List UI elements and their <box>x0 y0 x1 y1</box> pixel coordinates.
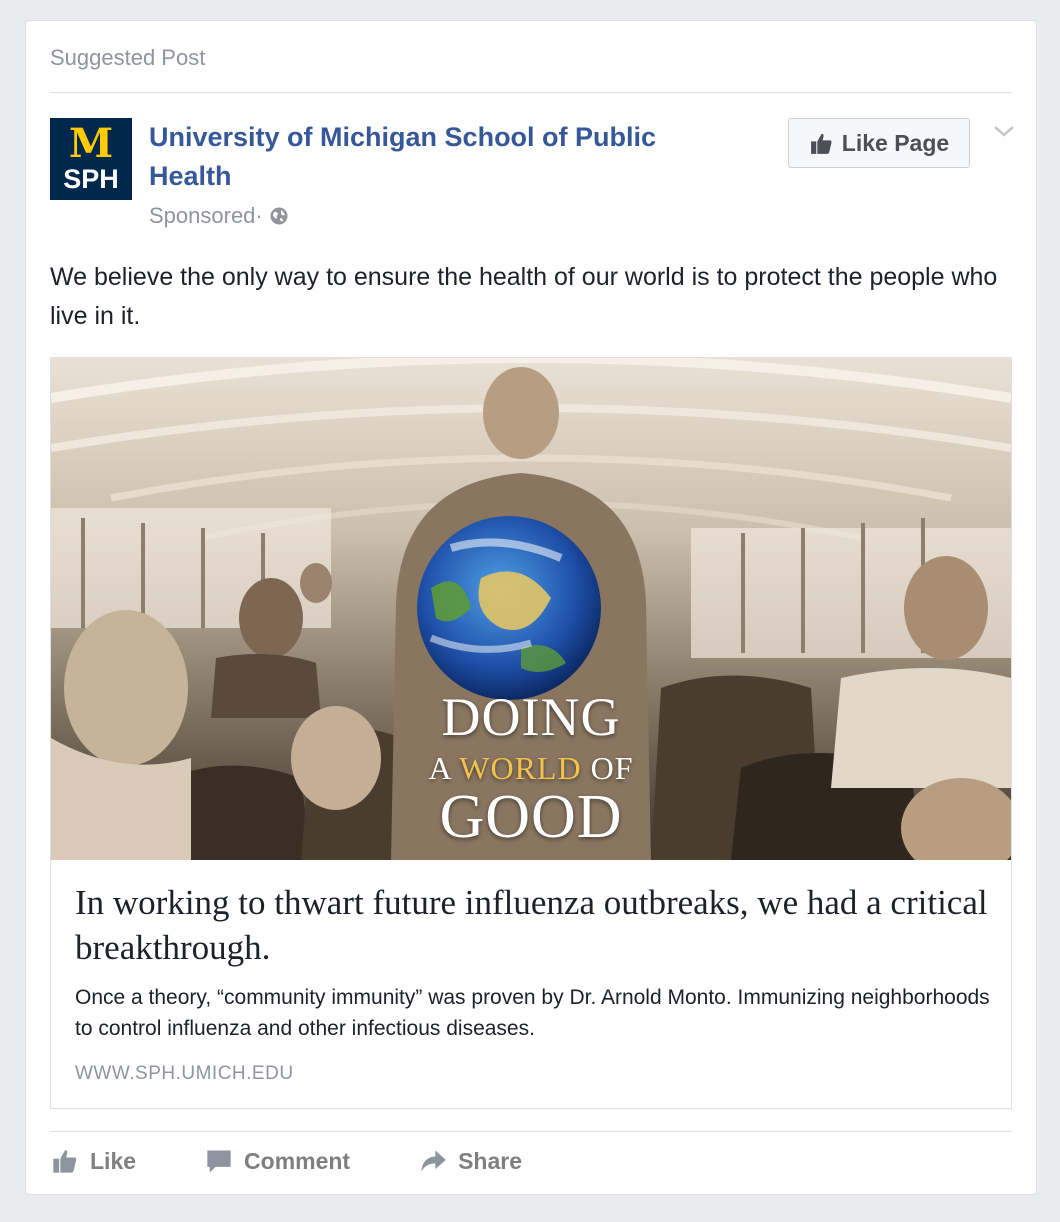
link-domain: WWW.SPH.UMICH.EDU <box>75 1063 294 1084</box>
sponsored-label[interactable]: Sponsored <box>149 203 255 229</box>
thumbs-up-icon <box>810 133 832 154</box>
link-preview[interactable]: DOING A WORLD OF GOOD In working to thwa… <box>50 357 1012 1109</box>
tagline-a: A <box>428 750 460 786</box>
avatar-logo-m: M <box>68 120 114 167</box>
share-label: Share <box>458 1147 523 1174</box>
tagline-doing: DOING <box>441 687 621 747</box>
page-avatar[interactable]: M SPH <box>50 118 132 200</box>
share-icon <box>421 1150 446 1172</box>
separator-dot: · <box>255 203 263 228</box>
thumbs-up-icon <box>53 1150 77 1173</box>
like-button[interactable]: Like <box>50 1147 136 1175</box>
suggested-post-card: Suggested Post M SPH University of Michi… <box>25 20 1037 1195</box>
sponsored-row: Sponsored · <box>149 203 289 229</box>
divider <box>50 92 1012 93</box>
post-actions: Like Comment Share <box>50 1147 590 1175</box>
globe-icon[interactable] <box>269 206 289 226</box>
page-name-link[interactable]: University of Michigan School of Public … <box>149 118 709 196</box>
avatar-logo-sph: SPH <box>63 164 119 194</box>
like-page-label: Like Page <box>841 129 950 156</box>
comment-button[interactable]: Comment <box>204 1147 350 1175</box>
link-description: Once a theory, “community immunity” was … <box>75 986 990 1040</box>
tagline-of: OF <box>581 750 634 786</box>
link-headline[interactable]: In working to thwart future influenza ou… <box>75 880 990 970</box>
like-page-button[interactable]: Like Page <box>788 118 970 168</box>
ad-image[interactable]: DOING A WORLD OF GOOD <box>51 358 1011 860</box>
comment-label: Comment <box>244 1147 351 1174</box>
comment-icon <box>207 1150 231 1173</box>
suggested-post-label: Suggested Post <box>50 45 206 70</box>
tagline-world: WORLD <box>459 750 582 786</box>
link-info[interactable]: In working to thwart future influenza ou… <box>75 880 990 1085</box>
chevron-down-icon[interactable] <box>991 121 1017 141</box>
divider <box>50 1131 1012 1132</box>
tagline-good: GOOD <box>439 783 623 851</box>
share-button[interactable]: Share <box>418 1147 522 1175</box>
like-label: Like <box>90 1147 137 1174</box>
post-text: We believe the only way to ensure the he… <box>50 263 998 330</box>
